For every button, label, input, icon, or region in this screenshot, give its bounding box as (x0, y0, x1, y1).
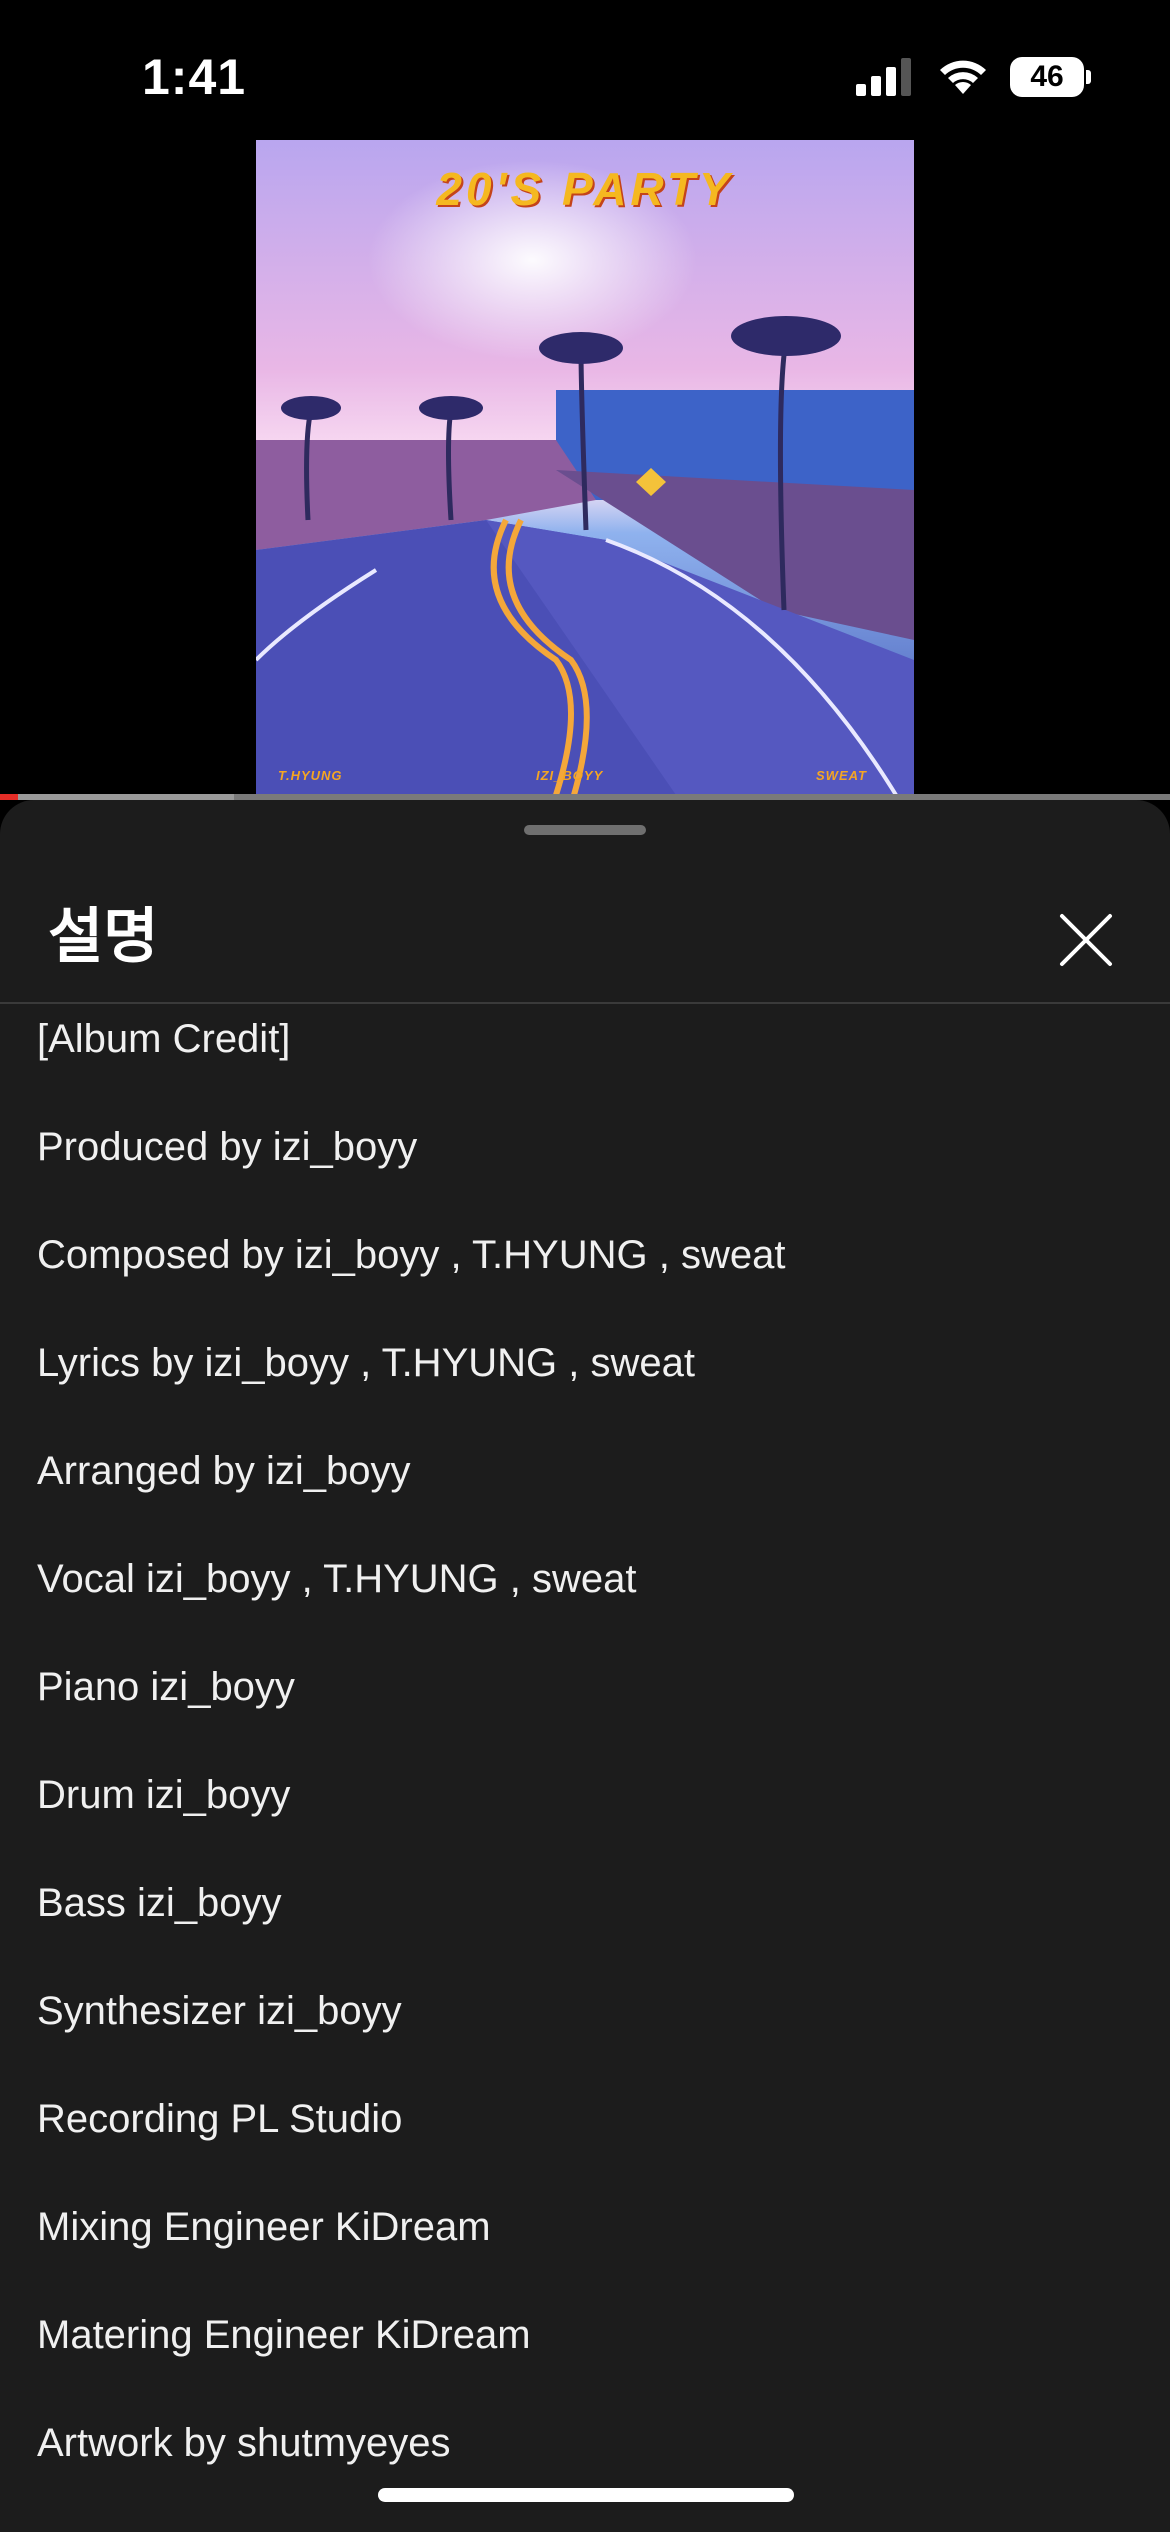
battery-icon: 46 (1010, 57, 1091, 97)
credit-line: Composed by izi_boyy , T.HYUNG , sweat (37, 1233, 786, 1277)
status-bar: 1:41 46 (0, 0, 1170, 140)
credit-line: Matering Engineer KiDream (37, 2313, 531, 2357)
album-artist-1: T.HYUNG (278, 768, 343, 783)
close-icon (1060, 914, 1112, 966)
sheet-title: 설명 (48, 903, 159, 970)
video-player[interactable]: 20'S PARTY T.HYUNG IZI_BOYY SWEAT (0, 140, 1170, 800)
close-button[interactable] (1052, 906, 1120, 974)
status-time: 1:41 (142, 49, 247, 105)
credit-line: Synthesizer izi_boyy (37, 1989, 402, 2033)
album-artist-2: IZI_BOYY (536, 768, 604, 783)
battery-level: 46 (1010, 57, 1084, 97)
played-bar (0, 794, 18, 800)
credit-line: [Album Credit] (37, 1017, 291, 1061)
sheet-header: 설명 (0, 860, 1170, 1004)
credit-line: Artwork by shutmyeyes (37, 2421, 451, 2465)
credit-line: Lyrics by izi_boyy , T.HYUNG , sweat (37, 1341, 695, 1385)
credit-line: Vocal izi_boyy , T.HYUNG , sweat (37, 1557, 637, 1601)
credit-line: Mixing Engineer KiDream (37, 2205, 491, 2249)
album-cover: 20'S PARTY T.HYUNG IZI_BOYY SWEAT (256, 140, 914, 795)
album-title: 20'S PARTY (436, 163, 734, 215)
signal-icon (856, 58, 911, 96)
drag-handle[interactable] (524, 825, 646, 835)
credit-line: Piano izi_boyy (37, 1665, 295, 1709)
description-sheet: 설명 [Album Credit] Produced by izi_boyy Com… (0, 800, 1170, 2532)
battery-tip (1086, 70, 1091, 84)
album-cover-illustration (256, 140, 914, 795)
credit-line: Recording PL Studio (37, 2097, 403, 2141)
wifi-icon (940, 60, 986, 94)
credit-line: Arranged by izi_boyy (37, 1449, 411, 1493)
credit-line: Produced by izi_boyy (37, 1125, 418, 1169)
home-indicator[interactable] (378, 2488, 794, 2502)
album-artist-3: SWEAT (816, 768, 867, 783)
credit-line: Bass izi_boyy (37, 1881, 282, 1925)
credit-line: Drum izi_boyy (37, 1773, 291, 1817)
